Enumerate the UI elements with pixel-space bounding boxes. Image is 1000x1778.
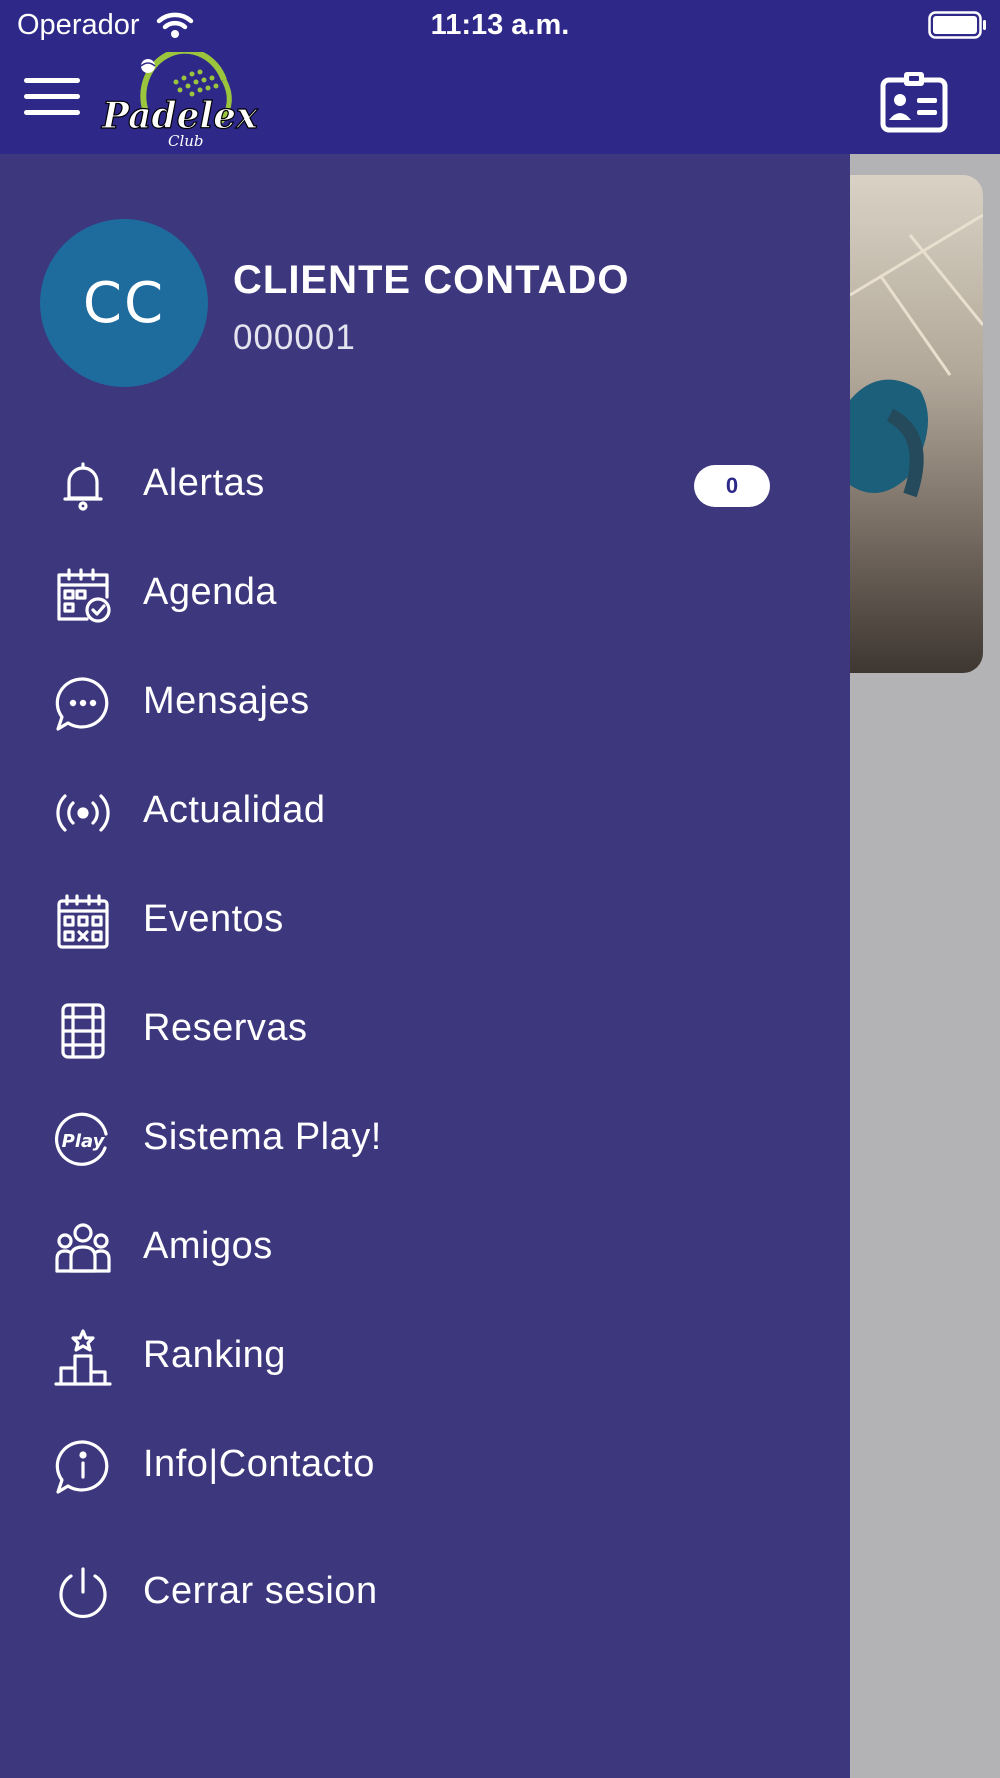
status-bar: Operador 11:13 a.m. (0, 0, 1000, 50)
menu-item-amigos[interactable]: Amigos (0, 1199, 850, 1299)
menu-item-reservas[interactable]: Reservas (0, 981, 850, 1081)
menu-label-reservas: Reservas (143, 1007, 308, 1049)
background-news-image[interactable] (850, 175, 983, 673)
profile-name: CLIENTE CONTADO (233, 258, 630, 302)
app-bar: Padelex Club (0, 47, 1000, 157)
member-card-button[interactable] (880, 70, 948, 134)
profile-id: 000001 (233, 318, 356, 357)
info-bubble-icon (52, 1437, 114, 1497)
menu-label-sistema-play: Sistema Play! (143, 1116, 382, 1158)
navigation-drawer: CC CLIENTE CONTADO 000001 Alertas 0 Agen… (0, 154, 850, 1778)
menu-item-info-contacto[interactable]: Info|Contacto (0, 1417, 850, 1517)
hamburger-icon (24, 78, 80, 115)
power-icon (52, 1564, 114, 1624)
menu-label-mensajes: Mensajes (143, 680, 310, 722)
calendar-check-icon (52, 565, 114, 625)
menu-label-info-contacto: Info|Contacto (143, 1443, 375, 1485)
podium-icon (52, 1328, 114, 1388)
logo-wordmark: Padelex (101, 95, 258, 137)
menu-label-alertas: Alertas (143, 462, 265, 504)
hamburger-menu-button[interactable] (22, 72, 82, 122)
menu-item-cerrar-sesion[interactable]: Cerrar sesion (0, 1544, 850, 1644)
id-card-icon (880, 72, 948, 133)
menu-label-agenda: Agenda (143, 571, 278, 613)
menu-item-eventos[interactable]: Eventos (0, 872, 850, 972)
chat-bubble-icon (52, 674, 114, 734)
menu-item-mensajes[interactable]: Mensajes (0, 654, 850, 754)
menu-item-alertas[interactable]: Alertas 0 (0, 436, 850, 536)
play-badge-icon: Play (52, 1110, 114, 1170)
menu-label-ranking: Ranking (143, 1334, 286, 1376)
menu-label-eventos: Eventos (143, 898, 284, 940)
broadcast-icon (52, 783, 114, 843)
friends-icon (52, 1219, 114, 1279)
status-time: 11:13 a.m. (430, 9, 570, 41)
logo-subtext: Club (168, 132, 204, 150)
menu-label-cerrar-sesion: Cerrar sesion (143, 1570, 378, 1612)
menu-label-amigos: Amigos (143, 1225, 273, 1267)
menu-item-sistema-play[interactable]: Play Sistema Play! (0, 1090, 850, 1190)
avatar[interactable]: CC (40, 219, 208, 387)
menu-item-agenda[interactable]: Agenda (0, 545, 850, 645)
menu-label-actualidad: Actualidad (143, 789, 326, 831)
alert-count-badge: 0 (694, 465, 770, 507)
battery-icon (928, 11, 988, 47)
calendar-grid-icon (52, 892, 114, 952)
padelex-logo: Padelex Club (96, 47, 266, 157)
menu-item-ranking[interactable]: Ranking (0, 1308, 850, 1408)
court-icon (52, 1001, 114, 1061)
menu-item-actualidad[interactable]: Actualidad (0, 763, 850, 863)
svg-text:Play: Play (62, 1131, 106, 1152)
bell-icon (52, 456, 114, 516)
